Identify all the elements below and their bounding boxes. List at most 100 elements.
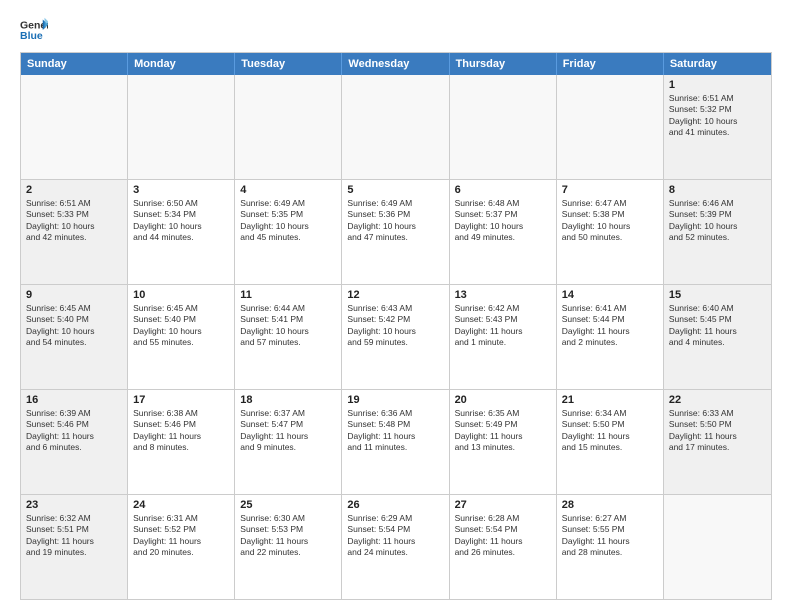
header: General Blue [20,16,772,44]
day-of-week-header: Friday [557,53,664,75]
calendar-day-cell: 16 Sunrise: 6:39 AM Sunset: 5:46 PM Dayli… [21,390,128,494]
day-number: 14 [562,289,658,301]
day-number: 6 [455,184,551,196]
day-info: Sunrise: 6:50 AM Sunset: 5:34 PM Dayligh… [133,198,229,244]
day-info: Sunrise: 6:51 AM Sunset: 5:32 PM Dayligh… [669,93,766,139]
day-info: Sunrise: 6:31 AM Sunset: 5:52 PM Dayligh… [133,513,229,559]
calendar-week-row: 16 Sunrise: 6:39 AM Sunset: 5:46 PM Dayli… [21,389,771,494]
calendar-day-cell: 5Sunrise: 6:49 AM Sunset: 5:36 PM Daylig… [342,180,449,284]
day-info: Sunrise: 6:47 AM Sunset: 5:38 PM Dayligh… [562,198,658,244]
calendar-week-row: 9 Sunrise: 6:45 AM Sunset: 5:40 PM Daylig… [21,284,771,389]
day-info: Sunrise: 6:27 AM Sunset: 5:55 PM Dayligh… [562,513,658,559]
day-number: 25 [240,499,336,511]
day-info: Sunrise: 6:45 AM Sunset: 5:40 PM Dayligh… [133,303,229,349]
day-number: 2 [26,184,122,196]
day-info: Sunrise: 6:35 AM Sunset: 5:49 PM Dayligh… [455,408,551,454]
calendar-day-cell [342,75,449,179]
calendar-day-cell [450,75,557,179]
calendar-day-cell [664,495,771,599]
calendar-day-cell: 24 Sunrise: 6:31 AM Sunset: 5:52 PM Dayli… [128,495,235,599]
calendar-day-cell: 9 Sunrise: 6:45 AM Sunset: 5:40 PM Daylig… [21,285,128,389]
calendar-day-cell: 3Sunrise: 6:50 AM Sunset: 5:34 PM Daylig… [128,180,235,284]
day-info: Sunrise: 6:42 AM Sunset: 5:43 PM Dayligh… [455,303,551,349]
day-of-week-header: Sunday [21,53,128,75]
calendar-day-cell: 8Sunrise: 6:46 AM Sunset: 5:39 PM Daylig… [664,180,771,284]
calendar-week-row: 2 Sunrise: 6:51 AM Sunset: 5:33 PM Daylig… [21,179,771,284]
day-info: Sunrise: 6:38 AM Sunset: 5:46 PM Dayligh… [133,408,229,454]
day-number: 18 [240,394,336,406]
day-info: Sunrise: 6:49 AM Sunset: 5:36 PM Dayligh… [347,198,443,244]
day-info: Sunrise: 6:49 AM Sunset: 5:35 PM Dayligh… [240,198,336,244]
day-info: Sunrise: 6:48 AM Sunset: 5:37 PM Dayligh… [455,198,551,244]
day-number: 16 [26,394,122,406]
page: General Blue SundayMondayTuesdayWednesda… [0,0,792,612]
day-number: 7 [562,184,658,196]
calendar: SundayMondayTuesdayWednesdayThursdayFrid… [20,52,772,600]
calendar-body: 1 Sunrise: 6:51 AM Sunset: 5:32 PM Daylig… [21,75,771,599]
day-info: Sunrise: 6:33 AM Sunset: 5:50 PM Dayligh… [669,408,766,454]
day-number: 11 [240,289,336,301]
day-number: 24 [133,499,229,511]
calendar-day-cell: 21 Sunrise: 6:34 AM Sunset: 5:50 PM Dayli… [557,390,664,494]
day-number: 15 [669,289,766,301]
calendar-day-cell: 10 Sunrise: 6:45 AM Sunset: 5:40 PM Dayli… [128,285,235,389]
day-number: 21 [562,394,658,406]
day-of-week-header: Thursday [450,53,557,75]
calendar-day-cell [21,75,128,179]
day-info: Sunrise: 6:41 AM Sunset: 5:44 PM Dayligh… [562,303,658,349]
day-info: Sunrise: 6:34 AM Sunset: 5:50 PM Dayligh… [562,408,658,454]
day-of-week-header: Tuesday [235,53,342,75]
day-info: Sunrise: 6:44 AM Sunset: 5:41 PM Dayligh… [240,303,336,349]
calendar-day-cell: 15 Sunrise: 6:40 AM Sunset: 5:45 PM Dayli… [664,285,771,389]
day-number: 28 [562,499,658,511]
day-number: 20 [455,394,551,406]
day-number: 17 [133,394,229,406]
day-number: 10 [133,289,229,301]
calendar-day-cell: 26 Sunrise: 6:29 AM Sunset: 5:54 PM Dayli… [342,495,449,599]
logo-icon: General Blue [20,16,48,44]
calendar-header: SundayMondayTuesdayWednesdayThursdayFrid… [21,53,771,75]
day-number: 26 [347,499,443,511]
day-number: 9 [26,289,122,301]
day-info: Sunrise: 6:43 AM Sunset: 5:42 PM Dayligh… [347,303,443,349]
day-info: Sunrise: 6:30 AM Sunset: 5:53 PM Dayligh… [240,513,336,559]
calendar-day-cell: 28 Sunrise: 6:27 AM Sunset: 5:55 PM Dayli… [557,495,664,599]
calendar-day-cell: 12 Sunrise: 6:43 AM Sunset: 5:42 PM Dayli… [342,285,449,389]
day-info: Sunrise: 6:51 AM Sunset: 5:33 PM Dayligh… [26,198,122,244]
day-of-week-header: Wednesday [342,53,449,75]
calendar-day-cell: 23 Sunrise: 6:32 AM Sunset: 5:51 PM Dayli… [21,495,128,599]
calendar-day-cell: 22 Sunrise: 6:33 AM Sunset: 5:50 PM Dayli… [664,390,771,494]
calendar-day-cell: 13 Sunrise: 6:42 AM Sunset: 5:43 PM Dayli… [450,285,557,389]
calendar-day-cell: 6 Sunrise: 6:48 AM Sunset: 5:37 PM Daylig… [450,180,557,284]
day-info: Sunrise: 6:45 AM Sunset: 5:40 PM Dayligh… [26,303,122,349]
calendar-day-cell: 17 Sunrise: 6:38 AM Sunset: 5:46 PM Dayli… [128,390,235,494]
calendar-day-cell: 25 Sunrise: 6:30 AM Sunset: 5:53 PM Dayli… [235,495,342,599]
calendar-day-cell: 20 Sunrise: 6:35 AM Sunset: 5:49 PM Dayli… [450,390,557,494]
calendar-week-row: 23 Sunrise: 6:32 AM Sunset: 5:51 PM Dayli… [21,494,771,599]
calendar-day-cell: 19Sunrise: 6:36 AM Sunset: 5:48 PM Dayli… [342,390,449,494]
day-info: Sunrise: 6:37 AM Sunset: 5:47 PM Dayligh… [240,408,336,454]
day-of-week-header: Saturday [664,53,771,75]
day-number: 13 [455,289,551,301]
calendar-day-cell [235,75,342,179]
day-number: 1 [669,79,766,91]
day-info: Sunrise: 6:29 AM Sunset: 5:54 PM Dayligh… [347,513,443,559]
day-number: 27 [455,499,551,511]
day-info: Sunrise: 6:28 AM Sunset: 5:54 PM Dayligh… [455,513,551,559]
day-number: 12 [347,289,443,301]
calendar-day-cell: 4Sunrise: 6:49 AM Sunset: 5:35 PM Daylig… [235,180,342,284]
day-info: Sunrise: 6:40 AM Sunset: 5:45 PM Dayligh… [669,303,766,349]
calendar-day-cell: 14 Sunrise: 6:41 AM Sunset: 5:44 PM Dayli… [557,285,664,389]
logo: General Blue [20,16,48,44]
calendar-week-row: 1 Sunrise: 6:51 AM Sunset: 5:32 PM Daylig… [21,75,771,179]
day-info: Sunrise: 6:36 AM Sunset: 5:48 PM Dayligh… [347,408,443,454]
day-number: 23 [26,499,122,511]
calendar-day-cell: 11 Sunrise: 6:44 AM Sunset: 5:41 PM Dayli… [235,285,342,389]
day-info: Sunrise: 6:32 AM Sunset: 5:51 PM Dayligh… [26,513,122,559]
day-number: 22 [669,394,766,406]
calendar-day-cell: 18 Sunrise: 6:37 AM Sunset: 5:47 PM Dayli… [235,390,342,494]
calendar-day-cell [557,75,664,179]
calendar-day-cell: 27 Sunrise: 6:28 AM Sunset: 5:54 PM Dayli… [450,495,557,599]
day-of-week-header: Monday [128,53,235,75]
day-info: Sunrise: 6:39 AM Sunset: 5:46 PM Dayligh… [26,408,122,454]
